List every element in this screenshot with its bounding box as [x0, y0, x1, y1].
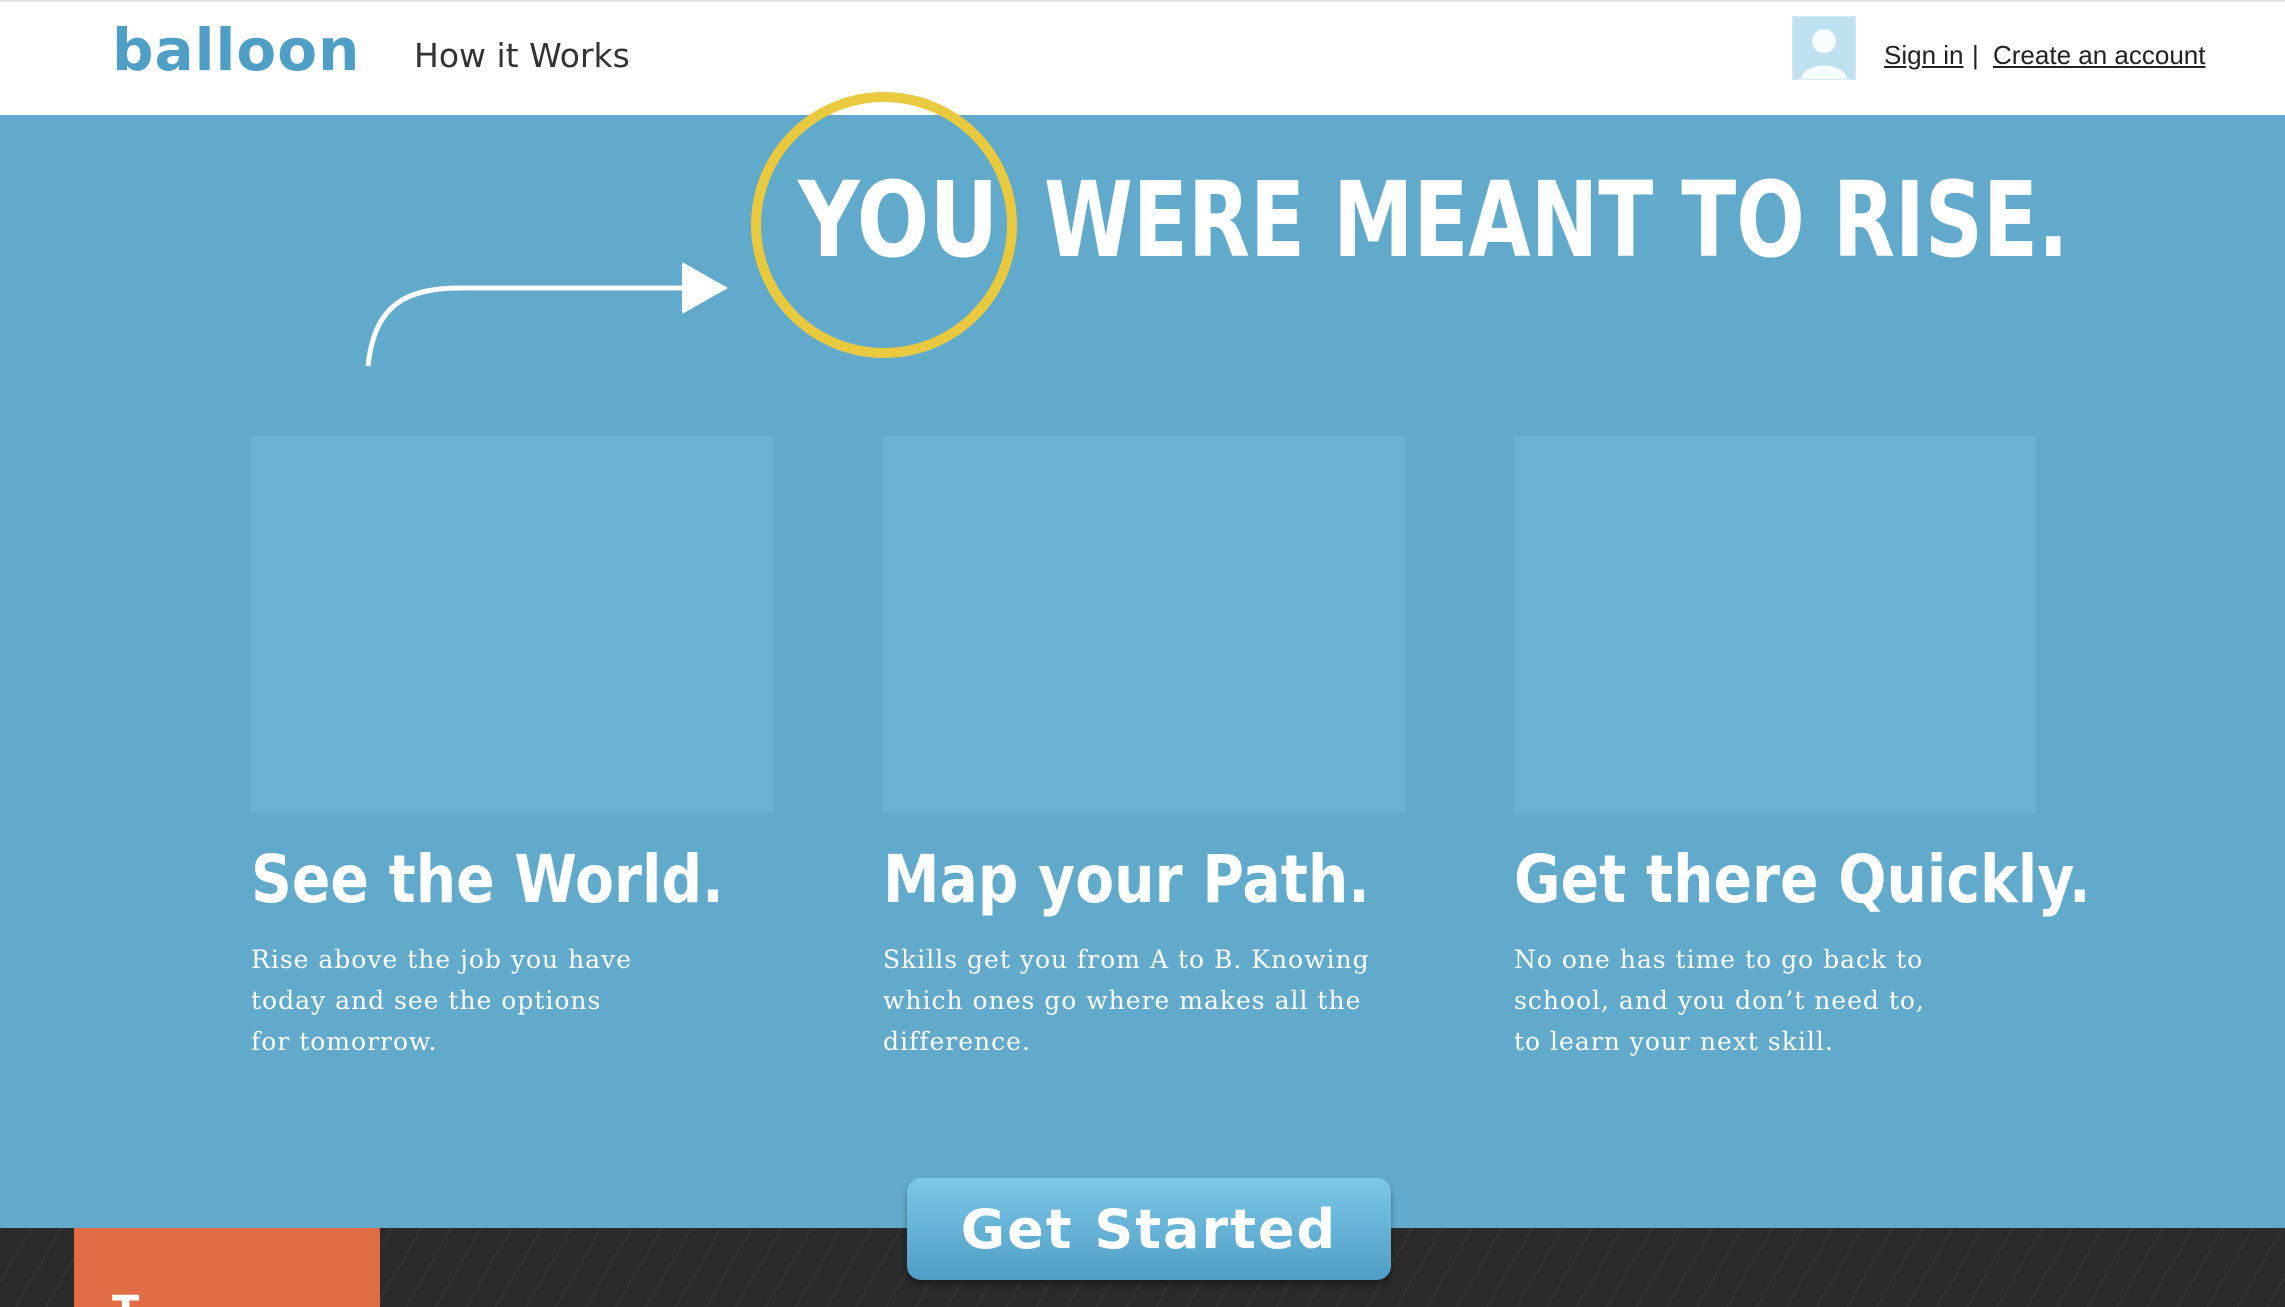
feature-map-your-path: Map your Path. Skills get you from A to … [883, 436, 1443, 1062]
top-navigation-bar: balloon How it Works Sign in | Create an… [0, 0, 2285, 115]
feature-title: Get there Quickly. [1514, 841, 2091, 918]
feature-title: See the World. [251, 841, 724, 918]
feature-see-the-world: See the World. Rise above the job you ha… [251, 436, 811, 1062]
get-started-button[interactable]: Get Started [907, 1178, 1391, 1280]
feature-image-placeholder [251, 436, 773, 814]
nav-how-it-works[interactable]: How it Works [414, 36, 630, 75]
balloon-logo[interactable]: balloon [112, 16, 360, 84]
user-avatar-icon[interactable] [1792, 16, 1856, 80]
footer-tab-label: T [112, 1288, 139, 1307]
feature-description: Rise above the job you have today and se… [251, 944, 633, 1056]
feature-description: No one has time to go back to school, an… [1514, 944, 1925, 1056]
feature-image-placeholder [883, 436, 1405, 814]
feature-title: Map your Path. [883, 841, 1370, 918]
sign-in-link[interactable]: Sign in [1884, 40, 1964, 71]
page-headline: WERE MEANT TO RISE. [1044, 159, 2069, 281]
feature-image-placeholder [1514, 436, 2036, 814]
curved-arrow-icon [365, 262, 728, 367]
footer-orange-tab[interactable]: T [74, 1228, 380, 1307]
create-account-link[interactable]: Create an account [1993, 40, 2205, 71]
feature-get-there-quickly: Get there Quickly. No one has time to go… [1514, 436, 2091, 1062]
headline-highlight-word: YOU [798, 159, 999, 281]
auth-separator: | [1972, 40, 1979, 70]
feature-description: Skills get you from A to B. Knowing whic… [883, 944, 1370, 1056]
